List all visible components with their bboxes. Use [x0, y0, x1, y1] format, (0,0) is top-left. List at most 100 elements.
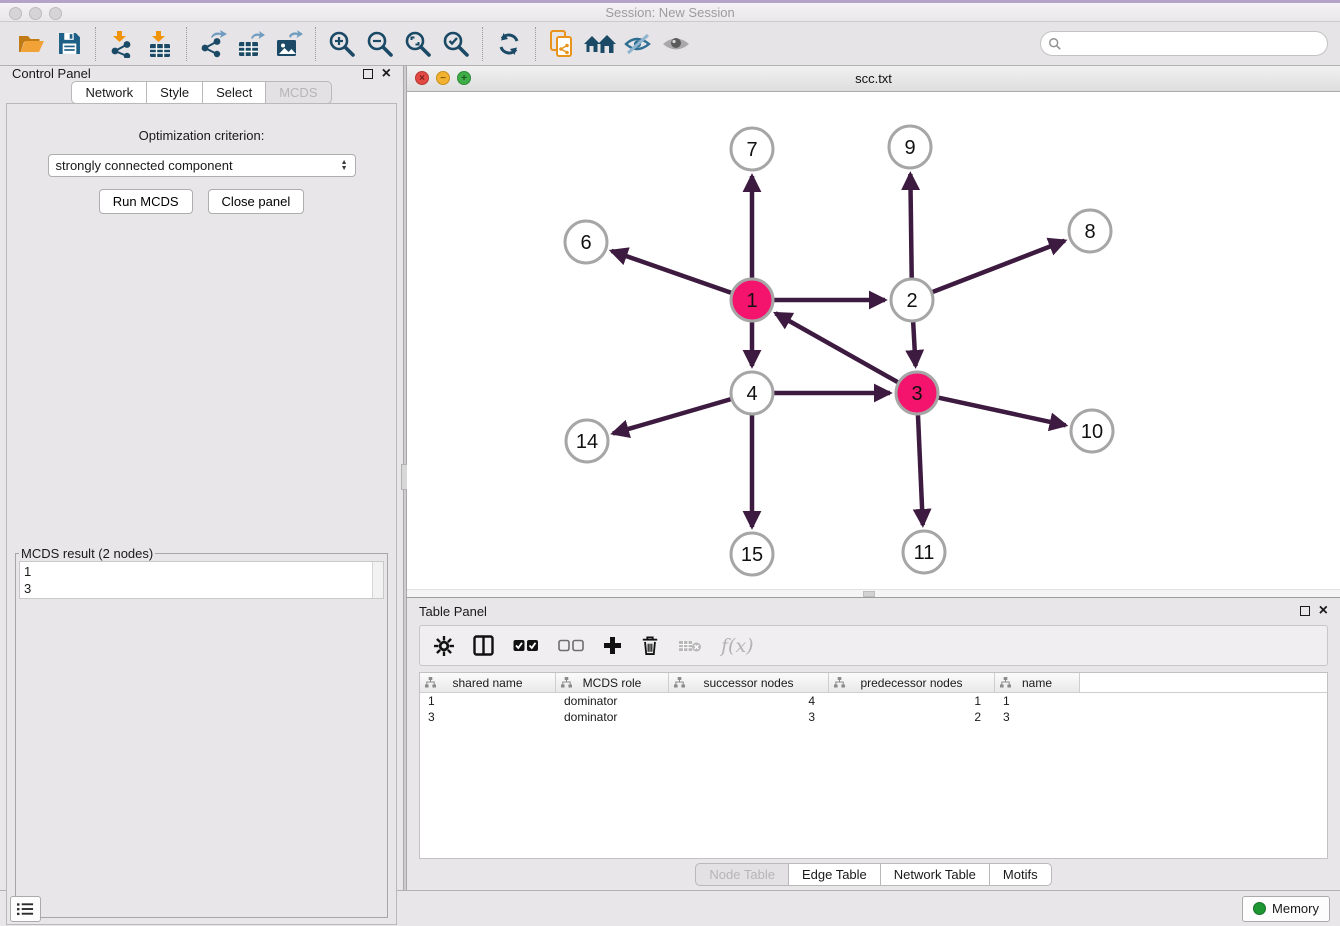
- apply-layout-button[interactable]: [490, 26, 528, 62]
- cell-name[interactable]: 3: [995, 709, 1080, 725]
- function-builder-button-disabled: f(x): [721, 635, 754, 657]
- edge-3-11[interactable]: [918, 414, 923, 525]
- float-table-panel-icon[interactable]: [1300, 606, 1310, 616]
- close-window-button[interactable]: [9, 7, 22, 20]
- graph-node-4[interactable]: 4: [731, 372, 773, 414]
- tab-style[interactable]: Style: [146, 81, 203, 104]
- tab-node-table[interactable]: Node Table: [695, 863, 789, 886]
- network-hscroll-thumb[interactable]: [863, 591, 875, 597]
- column-header-name[interactable]: name: [995, 673, 1080, 692]
- show-all-button[interactable]: [657, 26, 695, 62]
- column-header-successor-nodes[interactable]: successor nodes: [669, 673, 829, 692]
- edge-2-9[interactable]: [910, 174, 911, 279]
- network-window-titlebar[interactable]: × − + scc.txt: [407, 66, 1340, 92]
- hierarchy-icon: [561, 677, 572, 688]
- export-image-button[interactable]: [270, 26, 308, 62]
- os-titlebar: Session: New Session: [0, 0, 1340, 22]
- hide-selected-button[interactable]: [619, 26, 657, 62]
- graph-node-10[interactable]: 10: [1071, 410, 1113, 452]
- edge-4-14[interactable]: [613, 399, 732, 434]
- tab-select[interactable]: Select: [202, 81, 266, 104]
- network-close-button[interactable]: ×: [415, 71, 429, 85]
- maximize-window-button[interactable]: [49, 7, 62, 20]
- graph-node-3[interactable]: 3: [896, 372, 938, 414]
- edge-1-6[interactable]: [611, 251, 732, 293]
- toggle-column-panel-button[interactable]: [473, 635, 494, 656]
- result-scrollbar[interactable]: [372, 562, 383, 598]
- cell-MCDS-role[interactable]: dominator: [556, 709, 669, 725]
- graph-node-7[interactable]: 7: [731, 128, 773, 170]
- table-row[interactable]: 1dominator411: [420, 693, 1327, 709]
- delete-columns-button[interactable]: [641, 635, 659, 656]
- window-controls: [9, 7, 62, 20]
- close-panel-button[interactable]: Close panel: [208, 189, 305, 214]
- table-settings-button[interactable]: [434, 636, 454, 656]
- graph-node-9[interactable]: 9: [889, 126, 931, 168]
- cell-shared-name[interactable]: 3: [420, 709, 556, 725]
- tab-network[interactable]: Network: [71, 81, 147, 104]
- zoom-selected-button[interactable]: [437, 26, 475, 62]
- main-toolbar: [0, 22, 1340, 66]
- tab-network-table[interactable]: Network Table: [880, 863, 990, 886]
- create-column-button[interactable]: [603, 636, 622, 655]
- edge-3-10[interactable]: [938, 397, 1066, 425]
- tab-mcds[interactable]: MCDS: [265, 81, 331, 104]
- network-graph[interactable]: 7 9 6 8 1 2 4 3 14 10 15 11: [407, 92, 1338, 598]
- first-neighbors-button[interactable]: [581, 26, 619, 62]
- graph-node-11[interactable]: 11: [903, 531, 945, 573]
- search-input[interactable]: [1062, 37, 1320, 51]
- graph-node-14[interactable]: 14: [566, 420, 608, 462]
- close-panel-icon[interactable]: ×: [382, 69, 391, 79]
- network-hscrollbar[interactable]: [407, 589, 1340, 597]
- table-row[interactable]: 3dominator323: [420, 709, 1327, 725]
- run-mcds-button[interactable]: Run MCDS: [99, 189, 193, 214]
- column-header-shared-name[interactable]: shared name: [420, 673, 556, 692]
- node-label-6: 6: [580, 232, 591, 254]
- cell-predecessor-nodes[interactable]: 1: [829, 693, 995, 709]
- zoom-in-button[interactable]: [323, 26, 361, 62]
- eye-icon: [661, 32, 691, 56]
- graph-node-15[interactable]: 15: [731, 533, 773, 575]
- edge-2-8[interactable]: [932, 241, 1065, 293]
- deselect-all-button[interactable]: [558, 639, 584, 652]
- import-network-button[interactable]: [103, 26, 141, 62]
- float-panel-icon[interactable]: [363, 69, 373, 79]
- mcds-result-text[interactable]: 1 3: [20, 562, 372, 598]
- graph-node-2[interactable]: 2: [891, 279, 933, 321]
- export-network-button[interactable]: [194, 26, 232, 62]
- column-header-predecessor-nodes[interactable]: predecessor nodes: [829, 673, 995, 692]
- network-canvas[interactable]: 7 9 6 8 1 2 4 3 14 10 15 11: [407, 92, 1340, 597]
- houses-icon: [583, 32, 617, 56]
- select-all-button[interactable]: [513, 639, 539, 652]
- zoom-out-button[interactable]: [361, 26, 399, 62]
- tab-edge-table[interactable]: Edge Table: [788, 863, 881, 886]
- edge-3-1[interactable]: [776, 313, 899, 382]
- network-maximize-button[interactable]: +: [457, 71, 471, 85]
- edge-2-3[interactable]: [913, 321, 915, 366]
- cell-shared-name[interactable]: 1: [420, 693, 556, 709]
- import-table-button[interactable]: [141, 26, 179, 62]
- cell-MCDS-role[interactable]: dominator: [556, 693, 669, 709]
- cell-name[interactable]: 1: [995, 693, 1080, 709]
- minimize-window-button[interactable]: [29, 7, 42, 20]
- tab-motifs[interactable]: Motifs: [989, 863, 1052, 886]
- export-table-button[interactable]: [232, 26, 270, 62]
- task-history-button[interactable]: [10, 896, 41, 922]
- graph-node-6[interactable]: 6: [565, 221, 607, 263]
- cell-successor-nodes[interactable]: 4: [669, 693, 829, 709]
- close-table-panel-icon[interactable]: ×: [1319, 606, 1328, 616]
- cell-predecessor-nodes[interactable]: 2: [829, 709, 995, 725]
- clone-network-button[interactable]: [543, 26, 581, 62]
- cell-successor-nodes[interactable]: 3: [669, 709, 829, 725]
- zoom-fit-button[interactable]: [399, 26, 437, 62]
- criterion-select[interactable]: strongly connected component ▲▼: [48, 154, 356, 177]
- open-session-button[interactable]: [12, 26, 50, 62]
- hierarchy-icon: [674, 677, 685, 688]
- save-session-button[interactable]: [50, 26, 88, 62]
- network-minimize-button[interactable]: −: [436, 71, 450, 85]
- graph-node-8[interactable]: 8: [1069, 210, 1111, 252]
- search-box[interactable]: [1040, 31, 1328, 56]
- memory-button[interactable]: Memory: [1242, 896, 1330, 922]
- column-header-MCDS-role[interactable]: MCDS role: [556, 673, 669, 692]
- graph-node-1[interactable]: 1: [731, 279, 773, 321]
